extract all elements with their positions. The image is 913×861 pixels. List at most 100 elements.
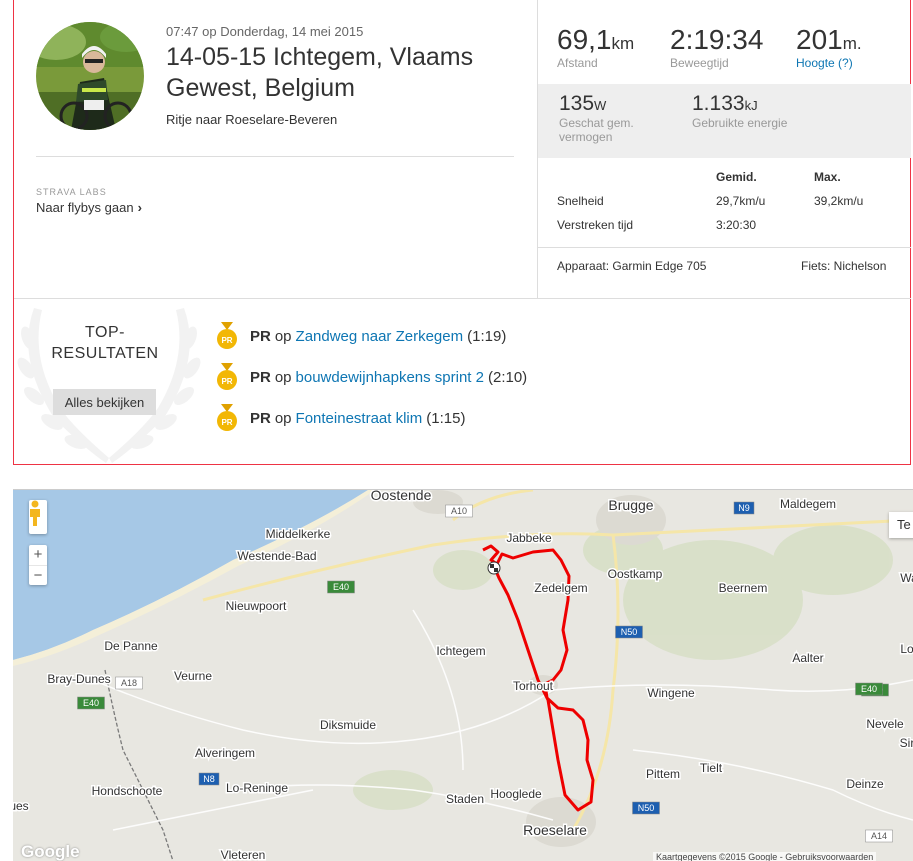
strava-labs-label: STRAVA LABS bbox=[36, 187, 107, 197]
flybys-link-label: Naar flybys gaan bbox=[36, 200, 134, 215]
finish-flag-icon bbox=[487, 561, 501, 575]
stat-moving-time: 2:19:34 Beweegtijd bbox=[670, 24, 763, 70]
elevation-unit: m. bbox=[842, 34, 862, 53]
place-label: Lo-Reninge bbox=[226, 781, 288, 795]
distance-value: 69,1 bbox=[557, 24, 612, 55]
segment-link[interactable]: bouwdewijnhapkens sprint 2 bbox=[296, 369, 484, 386]
map-type-button[interactable]: Te bbox=[889, 512, 913, 538]
road-shield: N50 bbox=[632, 801, 660, 815]
road-shield: E40 bbox=[855, 682, 883, 696]
place-label: Zedelgem bbox=[534, 581, 587, 595]
table-cell-max: 39,2km/u bbox=[814, 194, 864, 208]
elevation-help-link[interactable]: Hoogte (?) bbox=[796, 56, 862, 70]
view-all-button[interactable]: Alles bekijken bbox=[53, 389, 156, 415]
activity-title[interactable]: 14-05-15 Ichtegem, Vlaams Gewest, Belgiu… bbox=[166, 42, 526, 104]
pr-label: PR bbox=[250, 327, 271, 345]
google-logo: Google bbox=[21, 842, 80, 861]
distance-label: Afstand bbox=[557, 56, 598, 70]
road-shield-label: E40 bbox=[83, 698, 99, 708]
pr-result-item: PR PR op bouwdewijnhapkens sprint 2 (2:1… bbox=[216, 363, 527, 391]
place-label: Westende-Bad bbox=[237, 549, 316, 563]
activity-datetime: 07:47 op Donderdag, 14 mei 2015 bbox=[166, 24, 364, 39]
power-label: Geschat gem. vermogen bbox=[559, 116, 634, 144]
place-label: Hooglede bbox=[490, 787, 542, 801]
place-label: Hondschoote bbox=[92, 784, 163, 798]
pr-label: PR bbox=[250, 368, 271, 386]
distance-unit: km bbox=[611, 34, 635, 53]
energy-label: Gebruikte energie bbox=[692, 116, 788, 130]
pr-medal-text: PR bbox=[221, 377, 232, 386]
moving-time-label: Beweegtijd bbox=[670, 56, 729, 70]
place-label: ues bbox=[13, 799, 29, 813]
place-label: Wingene bbox=[647, 686, 695, 700]
place-label: De Panne bbox=[104, 639, 158, 653]
map-canvas[interactable]: Oostende Brugge Maldegem Middelkerke Jabbeke… bbox=[13, 490, 913, 861]
road-shield: A10 bbox=[445, 504, 473, 518]
stat-distance: 69,1km Afstand bbox=[557, 24, 634, 70]
flybys-link[interactable]: Naar flybys gaan › bbox=[36, 200, 142, 215]
table-cell-avg: 29,7km/u bbox=[716, 194, 766, 208]
pr-result-item: PR PR op Fonteinestraat klim (1:15) bbox=[216, 404, 465, 432]
place-label: Deinze bbox=[846, 777, 884, 791]
pr-op: op bbox=[274, 327, 292, 345]
divider bbox=[538, 247, 911, 248]
place-label: Nevele bbox=[866, 717, 904, 731]
top-results-title: TOP- RESULTATEN bbox=[40, 322, 170, 364]
road-shield-label: N9 bbox=[738, 503, 750, 513]
table-row-label: Snelheid bbox=[557, 194, 604, 208]
activity-description: Ritje naar Roeselare-Beveren bbox=[166, 112, 338, 127]
pr-result-item: PR PR op Zandweg naar Zerkegem (1:19) bbox=[216, 322, 506, 350]
pr-medal-text: PR bbox=[221, 418, 232, 427]
pr-medal-text: PR bbox=[221, 336, 232, 345]
route-map[interactable]: Oostende Brugge Maldegem Middelkerke Jabbeke… bbox=[13, 489, 913, 861]
power-value: 135 bbox=[559, 92, 595, 115]
place-label: Ichtegem bbox=[436, 644, 485, 658]
place-label: Brugge bbox=[608, 497, 653, 513]
pr-medal-icon: PR bbox=[217, 322, 237, 349]
segment-time: (1:15) bbox=[426, 409, 466, 427]
chevron-right-icon: › bbox=[137, 200, 142, 215]
place-label: Diksmuide bbox=[320, 718, 376, 732]
road-shield-label: E40 bbox=[861, 684, 877, 694]
table-header-avg: Gemid. bbox=[716, 170, 757, 184]
zoom-in-button[interactable]: + bbox=[29, 545, 47, 565]
top-results-title-text: TOP- RESULTATEN bbox=[51, 324, 159, 362]
road-shield-label: N50 bbox=[638, 803, 655, 813]
sea bbox=[13, 490, 368, 660]
place-label: Torhout bbox=[513, 679, 554, 693]
pr-label: PR bbox=[250, 409, 271, 427]
place-label: Vleteren bbox=[221, 848, 266, 861]
place-label: Beernem bbox=[719, 581, 768, 595]
segment-link[interactable]: Zandweg naar Zerkegem bbox=[296, 328, 464, 345]
segment-link[interactable]: Fonteinestraat klim bbox=[296, 410, 423, 427]
street-view-pegman-icon[interactable] bbox=[29, 500, 47, 534]
place-label: Oostkamp bbox=[608, 567, 663, 581]
road-shield-label: N8 bbox=[203, 774, 215, 784]
pr-op: op bbox=[274, 368, 292, 386]
place-label: Sir bbox=[900, 736, 913, 750]
stat-power: 135W Geschat gem. vermogen bbox=[559, 92, 669, 144]
place-label: Nieuwpoort bbox=[226, 599, 287, 613]
road-shield-label: A10 bbox=[451, 506, 467, 516]
stat-elevation: 201m. Hoogte (?) bbox=[796, 24, 862, 70]
divider bbox=[36, 156, 514, 157]
segment-time: (2:10) bbox=[487, 368, 528, 386]
road-shield: N8 bbox=[198, 772, 220, 786]
road-shield: N50 bbox=[615, 625, 643, 639]
athlete-avatar[interactable] bbox=[36, 22, 144, 130]
bike-info: Fiets: Nichelson bbox=[801, 259, 887, 273]
place-label: Staden bbox=[446, 792, 484, 806]
segment-time: (1:19) bbox=[467, 327, 507, 345]
place-label: Lo bbox=[900, 642, 913, 656]
pr-op: op bbox=[274, 409, 292, 427]
zoom-control: + − bbox=[29, 545, 47, 585]
table-row-label: Verstreken tijd bbox=[557, 218, 634, 232]
zoom-out-button[interactable]: − bbox=[29, 565, 47, 586]
elevation-value: 201 bbox=[796, 24, 843, 55]
place-label: Alveringem bbox=[195, 746, 255, 760]
energy-unit: kJ bbox=[744, 98, 758, 113]
road-shield-label: N50 bbox=[621, 627, 638, 637]
place-label: Oostende bbox=[371, 490, 432, 503]
power-unit: W bbox=[594, 98, 607, 113]
place-label: Aalter bbox=[792, 651, 823, 665]
